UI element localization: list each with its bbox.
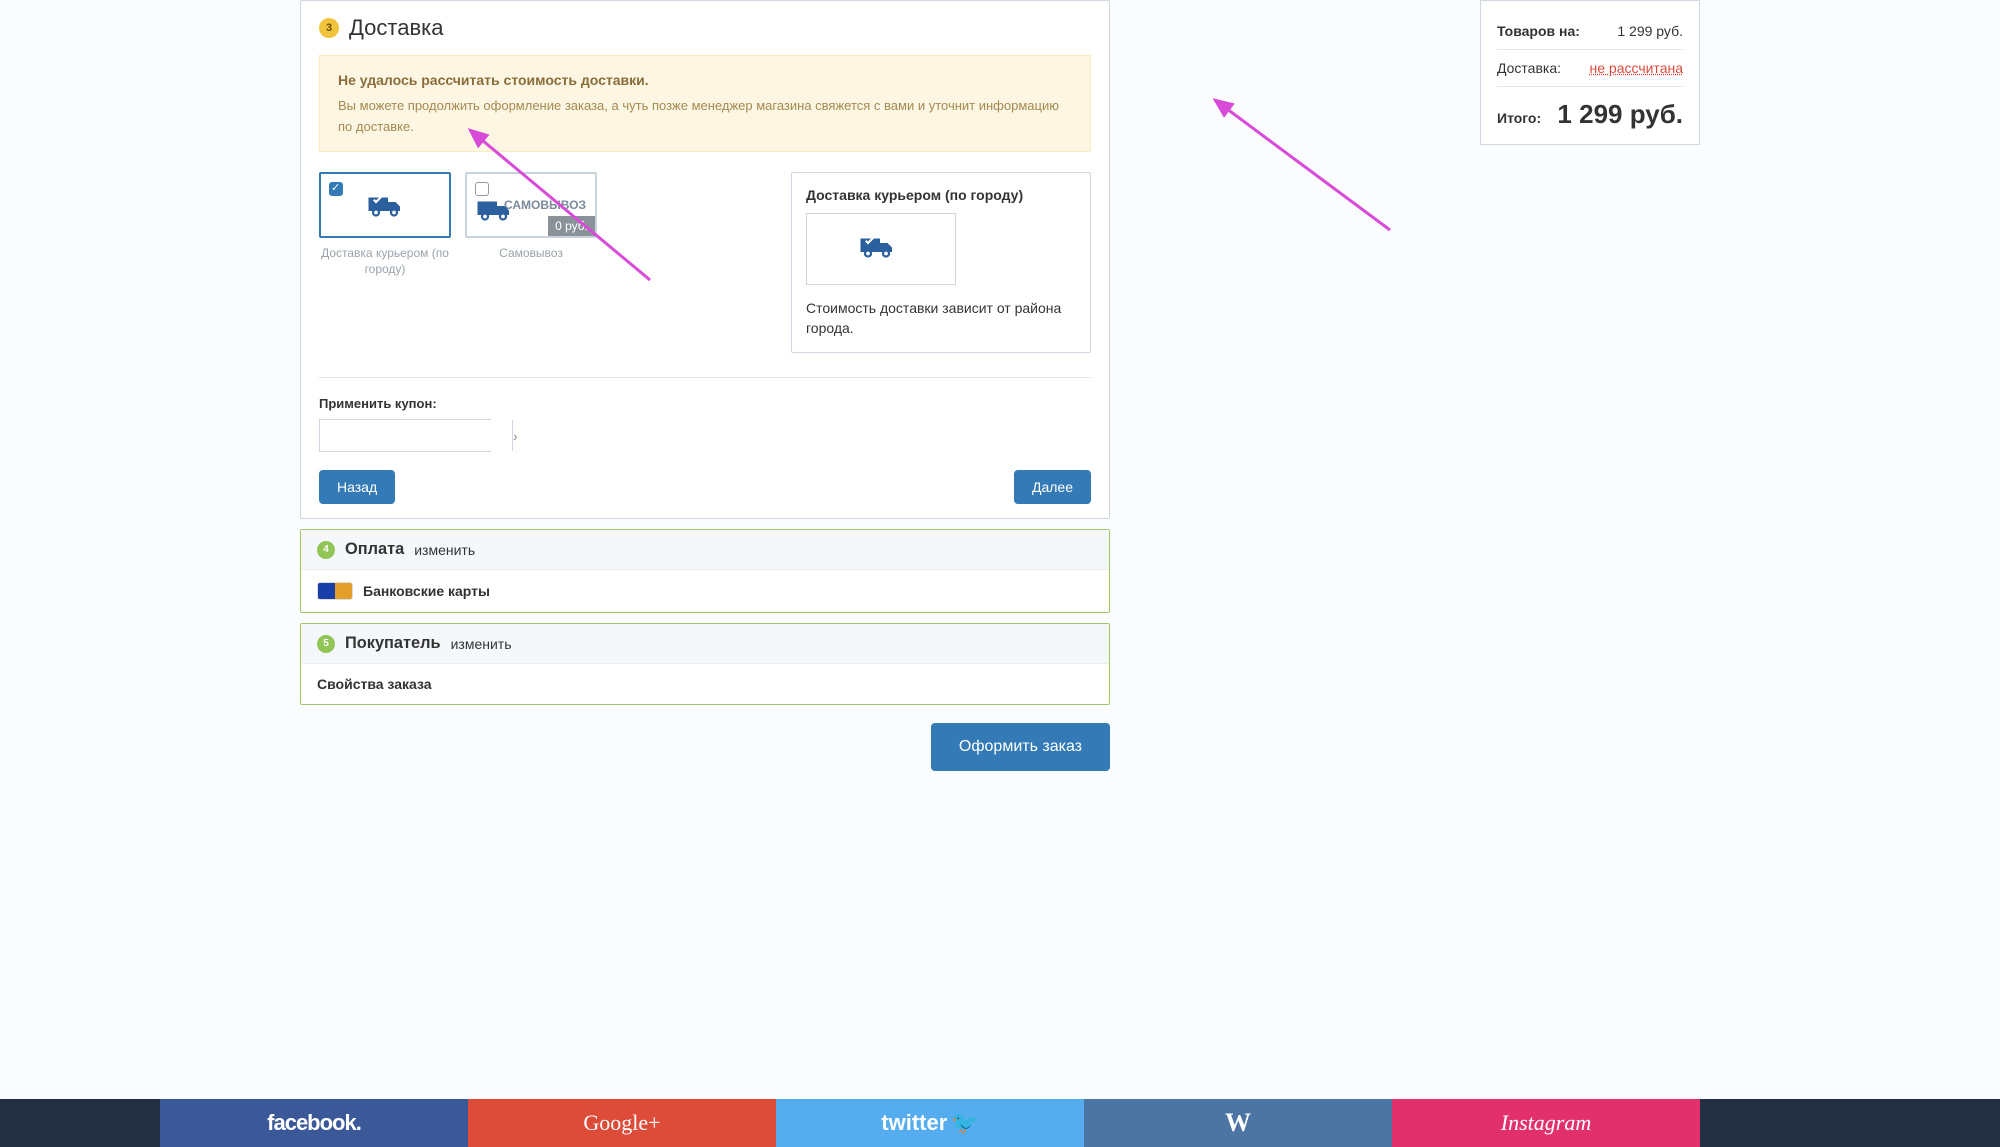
coupon-apply-button[interactable]: › [512, 420, 518, 451]
shipping-option-pickup: САМОВЫВОЗ 0 руб. Самовывоз [465, 172, 597, 353]
pickup-price: 0 руб. [548, 216, 595, 236]
shipping-option-courier: Доставка курьером (по городу) [319, 172, 451, 353]
delivery-title: Доставка [349, 15, 443, 41]
buyer-header: 5 Покупатель изменить [301, 624, 1109, 664]
summary-goods-value: 1 299 руб. [1617, 23, 1683, 39]
payment-title: Оплата [345, 540, 404, 559]
summary-total-value: 1 299 руб. [1557, 99, 1683, 130]
instagram-link[interactable]: Instagram [1392, 1099, 1700, 1147]
vk-link[interactable]: W [1084, 1099, 1392, 1147]
back-button[interactable]: Назад [319, 470, 395, 504]
pickup-label: САМОВЫВОЗ [504, 198, 586, 212]
coupon-label: Применить купон: [319, 396, 1091, 411]
shipping-detail-image [806, 213, 956, 285]
checkbox-icon [329, 182, 343, 196]
submit-order-button[interactable]: Оформить заказ [931, 723, 1110, 771]
warning-title: Не удалось рассчитать стоимость доставки… [338, 70, 1072, 91]
step-badge-5: 5 [317, 635, 335, 653]
summary-goods-label: Товаров на: [1497, 23, 1580, 39]
shipping-detail-title: Доставка курьером (по городу) [806, 187, 1076, 203]
summary-total-label: Итого: [1497, 110, 1541, 126]
googleplus-link[interactable]: Google+ [468, 1099, 776, 1147]
step-badge-3: 3 [319, 18, 339, 38]
step-badge-4: 4 [317, 541, 335, 559]
order-summary: Товаров на: 1 299 руб. Доставка: не расс… [1480, 0, 1700, 145]
checkbox-icon [475, 182, 489, 196]
facebook-link[interactable]: facebook. [160, 1099, 468, 1147]
delivery-panel: 3 Доставка Не удалось рассчитать стоимос… [300, 0, 1110, 519]
buyer-change-link[interactable]: изменить [451, 636, 512, 652]
delivery-warning: Не удалось рассчитать стоимость доставки… [319, 55, 1091, 152]
truck-icon [859, 234, 903, 264]
bird-icon: 🐦 [951, 1110, 978, 1136]
buyer-panel: 5 Покупатель изменить Свойства заказа [300, 623, 1110, 705]
payment-header: 4 Оплата изменить [301, 530, 1109, 570]
summary-ship-value: не рассчитана [1590, 60, 1684, 76]
shipping-detail-card: Доставка курьером (по городу) Стоимость … [791, 172, 1091, 353]
buyer-body: Свойства заказа [301, 664, 1109, 704]
twitter-link[interactable]: twitter🐦 [776, 1099, 1084, 1147]
summary-ship-label: Доставка: [1497, 60, 1561, 76]
shipping-pickup-box[interactable]: САМОВЫВОЗ 0 руб. [465, 172, 597, 238]
shipping-options: Доставка курьером (по городу) САМОВЫВОЗ … [301, 172, 1109, 377]
shipping-pickup-caption: Самовывоз [465, 246, 597, 262]
buyer-title: Покупатель [345, 634, 441, 653]
coupon-section: Применить купон: › [301, 396, 1109, 470]
delivery-header: 3 Доставка [301, 1, 1109, 55]
payment-body: Банковские карты [301, 570, 1109, 612]
divider [319, 377, 1091, 378]
payment-method-label: Банковские карты [363, 583, 490, 599]
truck-icon [367, 193, 403, 217]
shipping-courier-caption: Доставка курьером (по городу) [319, 246, 451, 277]
shipping-courier-box[interactable] [319, 172, 451, 238]
buyer-body-label: Свойства заказа [317, 676, 432, 692]
social-footer: facebook. Google+ twitter🐦 W Instagram [0, 1099, 2000, 1147]
truck-icon [476, 197, 498, 213]
coupon-input[interactable] [320, 420, 512, 451]
payment-panel: 4 Оплата изменить Банковские карты [300, 529, 1110, 613]
warning-body: Вы можете продолжить оформление заказа, … [338, 98, 1059, 134]
shipping-detail-text: Стоимость доставки зависит от района гор… [806, 299, 1076, 338]
cards-icon [317, 582, 353, 600]
payment-change-link[interactable]: изменить [414, 542, 475, 558]
next-button[interactable]: Далее [1014, 470, 1091, 504]
